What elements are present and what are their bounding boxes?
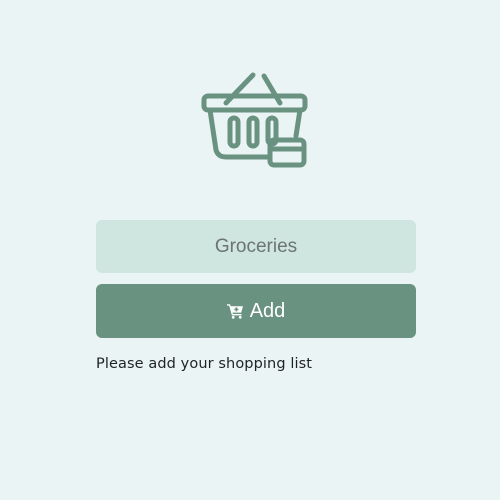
add-button[interactable]: Add (96, 284, 416, 338)
empty-list-hint: Please add your shopping list (96, 356, 313, 372)
shopping-basket-icon (200, 70, 310, 170)
app-container: Add Please add your shopping list (0, 0, 500, 500)
item-input-wrapper (96, 220, 416, 273)
cart-plus-icon (226, 303, 244, 319)
item-input[interactable] (96, 220, 416, 273)
add-button-label: Add (249, 299, 286, 322)
